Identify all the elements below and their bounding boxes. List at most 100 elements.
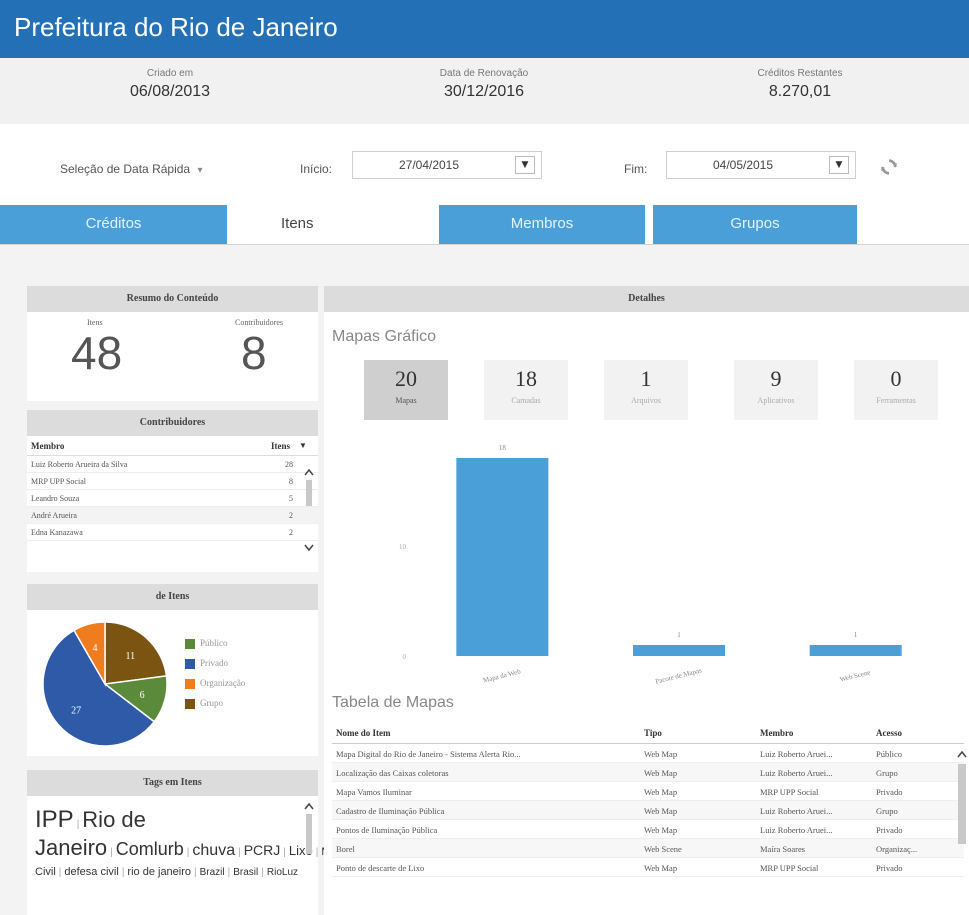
quick-date-select[interactable]: Seleção de Data Rápida ▾ xyxy=(60,162,202,176)
tab-grupos[interactable]: Grupos xyxy=(653,205,857,245)
cell-item-name: Localização das Caixas coletoras xyxy=(336,768,449,778)
created-value: 06/08/2013 xyxy=(129,83,211,100)
column-header-member[interactable]: Membro xyxy=(760,728,793,738)
column-header-name[interactable]: Nome do Item xyxy=(336,728,391,738)
chevron-down-icon[interactable] xyxy=(304,544,314,552)
table-row[interactable]: Mapa Vamos Iluminar Web Map MRP UPP Social… xyxy=(332,782,964,801)
cell-item-name: Cadastro de Iluminação Pública xyxy=(336,806,445,816)
contributor-items: 8 xyxy=(289,477,293,486)
contributor-name: André Arueira xyxy=(31,511,77,520)
tag-link[interactable]: defesa civil xyxy=(64,866,118,878)
maps-table-title: Tabela de Mapas xyxy=(332,694,454,711)
items-column-header[interactable]: Itens xyxy=(271,441,290,451)
apps-count: 9 xyxy=(770,366,782,391)
list-item[interactable]: Luiz Roberto Arueira da Silva 28 xyxy=(27,456,318,473)
maps-table: Nome do Item Tipo Membro Acesso Mapa Dig… xyxy=(332,722,964,877)
list-item[interactable]: André Arueira 2 xyxy=(27,507,318,524)
pie-slice-grupo[interactable] xyxy=(104,621,168,685)
contributor-name: MRP UPP Social xyxy=(31,477,86,486)
files-card[interactable]: 1 Arquivos xyxy=(604,360,688,420)
table-row[interactable]: Borel Web Scene Maíra Soares Organizaç... xyxy=(332,839,964,858)
files-label: Arquivos xyxy=(631,396,661,405)
tag-separator: | xyxy=(238,846,241,858)
remaining-credits: Créditos Restantes 8.270,01 xyxy=(680,68,920,101)
tools-card[interactable]: 0 Ferramentas xyxy=(854,360,938,420)
layers-count: 18 xyxy=(515,366,537,391)
member-column-header[interactable]: Membro xyxy=(31,441,64,451)
end-date-label: Fim: xyxy=(624,162,648,176)
table-row[interactable]: Ponto de descarte de Lixo Web Map MRP UPP … xyxy=(332,858,964,877)
scrollbar-thumb[interactable] xyxy=(958,764,966,844)
maps-bar-chart: 0 10 18 Mapa da Web 1 Pacote de Mapas 1 Web Sce… xyxy=(399,444,902,686)
maps-table-scrollbar[interactable] xyxy=(957,748,967,908)
tags-panel: Tags em Itens IPP | Rio de Janeiro | Comlurb… xyxy=(27,770,389,915)
bar[interactable] xyxy=(456,458,549,656)
tab-itens[interactable]: Itens xyxy=(227,205,437,245)
maps-label: Mapas xyxy=(395,396,417,405)
chevron-up-icon[interactable] xyxy=(304,468,314,476)
scrollbar-thumb[interactable] xyxy=(306,814,312,854)
table-row[interactable]: Cadastro de Iluminação Pública Web Map Lui… xyxy=(332,801,964,820)
renewal-label: Data de Renovação xyxy=(439,68,529,79)
end-date-dropdown-button[interactable]: ▼ xyxy=(829,156,849,174)
tag-cloud: IPP | Rio de Janeiro | Comlurb | chuva | PCRJ | Li… xyxy=(35,806,389,880)
sort-desc-icon[interactable]: ▼ xyxy=(299,441,307,450)
renewal-date: Data de Renovação 30/12/2016 xyxy=(364,68,604,101)
tags-scrollbar[interactable] xyxy=(304,800,314,912)
apps-label: Aplicativos xyxy=(757,396,795,405)
contributors-scrollbar[interactable] xyxy=(304,468,314,554)
tag-separator: | xyxy=(76,819,80,830)
cell-type: Web Map xyxy=(644,749,678,759)
tab-creditos[interactable]: Créditos xyxy=(0,205,227,245)
scrollbar-thumb[interactable] xyxy=(306,480,312,506)
renewal-value: 30/12/2016 xyxy=(443,83,525,100)
layers-card[interactable]: 18 Camadas xyxy=(484,360,568,420)
tag-link[interactable]: PCRJ xyxy=(244,842,281,858)
apps-card[interactable]: 9 Aplicativos xyxy=(734,360,818,420)
table-row[interactable]: Localização das Caixas coletoras Web Map L… xyxy=(332,763,964,782)
files-count: 1 xyxy=(640,366,652,391)
tag-link[interactable]: Brazil xyxy=(200,867,225,878)
y-tick-label: 0 xyxy=(403,653,407,661)
start-date-field[interactable]: 27/04/2015 ▼ xyxy=(352,151,542,179)
chevron-up-icon[interactable] xyxy=(957,750,967,758)
tag-link[interactable]: Comlurb xyxy=(116,839,184,859)
table-row[interactable]: Mapa Digital do Rio de Janeiro - Sistema… xyxy=(332,744,964,763)
list-item[interactable]: Leandro Souza 5 xyxy=(27,490,318,507)
cell-member: MRP UPP Social xyxy=(760,863,819,873)
legend-label: Público xyxy=(200,638,228,648)
cell-access: Privado xyxy=(876,787,903,797)
date-filter-bar: Seleção de Data Rápida ▾ Início: 27/04/2… xyxy=(0,124,969,204)
cell-access: Público xyxy=(876,749,902,759)
column-header-type[interactable]: Tipo xyxy=(644,728,662,738)
legend-swatch xyxy=(185,699,195,709)
tag-link[interactable]: IPP xyxy=(35,806,74,833)
app-header: Prefeitura do Rio de Janeiro xyxy=(0,0,969,58)
cell-member: Maíra Soares xyxy=(760,844,806,854)
contributor-name: Leandro Souza xyxy=(31,494,80,503)
chevron-up-icon[interactable] xyxy=(304,802,314,810)
column-header-access[interactable]: Acesso xyxy=(876,728,902,738)
maps-card[interactable]: 20 Mapas xyxy=(364,360,448,420)
maps-table-header: Nome do Item Tipo Membro Acesso xyxy=(332,722,964,744)
refresh-icon[interactable] xyxy=(880,158,898,176)
table-row[interactable]: Pontos de Iluminação Pública Web Map Luiz … xyxy=(332,820,964,839)
list-item[interactable]: Edna Kanazawa 2 xyxy=(27,524,318,541)
tab-membros[interactable]: Membros xyxy=(439,205,645,245)
contributor-items: 2 xyxy=(289,511,293,520)
end-date-field[interactable]: 04/05/2015 ▼ xyxy=(666,151,856,179)
cell-access: Privado xyxy=(876,863,903,873)
list-item[interactable]: MRP UPP Social 8 xyxy=(27,473,318,490)
tag-link[interactable]: chuva xyxy=(192,842,235,859)
start-date-dropdown-button[interactable]: ▼ xyxy=(515,156,535,174)
bar-value-label: 1 xyxy=(854,631,858,639)
tag-link[interactable]: RioLuz xyxy=(267,867,298,878)
bar[interactable] xyxy=(633,645,725,656)
contributors-list: Luiz Roberto Arueira da Silva 28 MRP UPP… xyxy=(27,456,318,541)
cell-member: Luiz Roberto Aruei... xyxy=(760,825,833,835)
tag-link[interactable]: Brasil xyxy=(233,867,258,878)
tab-bar: Créditos Itens Membros Grupos xyxy=(0,205,969,245)
bar[interactable] xyxy=(809,645,902,656)
maps-count: 20 xyxy=(395,366,417,391)
tag-link[interactable]: rio de janeiro xyxy=(127,866,191,878)
